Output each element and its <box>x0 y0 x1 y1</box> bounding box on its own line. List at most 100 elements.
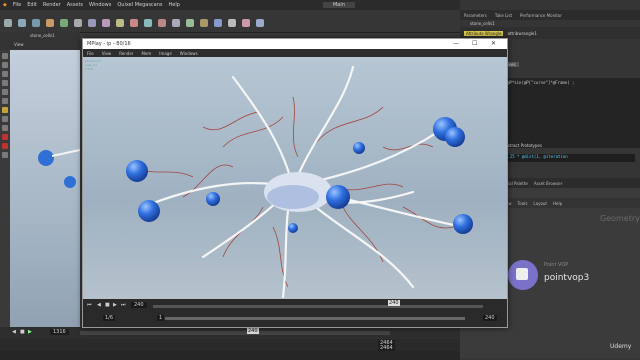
mplay-play-back-icon[interactable]: ◀ <box>97 302 101 308</box>
mplay-render-view[interactable]: pointcloud cells_01 f 240 <box>83 57 507 337</box>
curve-tool-icon[interactable] <box>116 19 124 27</box>
font-tool-icon[interactable] <box>172 19 180 27</box>
cell-sphere <box>206 192 220 206</box>
menu-render[interactable]: Render <box>43 2 61 8</box>
mplay-range-bar[interactable] <box>165 317 465 320</box>
mplay-back-icon[interactable]: ⏮ <box>87 302 92 308</box>
node-name-label: pointvop3 <box>544 273 590 283</box>
cell-sphere <box>288 223 298 233</box>
select-tool-icon[interactable] <box>2 53 8 59</box>
mplay-menu-render[interactable]: Render <box>119 51 133 56</box>
tab-take-list[interactable]: Take List <box>495 13 512 18</box>
shelf-icons <box>0 19 460 27</box>
overlay-info: pointcloud cells_01 f 240 <box>85 59 101 71</box>
mplay-timeline[interactable] <box>153 305 483 308</box>
mplay-range-start[interactable]: 1 <box>157 315 165 321</box>
mplay-end-icon[interactable]: ⏭ <box>121 302 126 308</box>
code-line-1: @P*sin(@P["curve"]*@Frame) ; <box>507 80 575 85</box>
magnet-tool-icon[interactable] <box>2 143 8 149</box>
mplay-menu-windows[interactable]: Windows <box>180 51 198 56</box>
mplay-frame-ratio[interactable]: 1/6 <box>103 315 116 321</box>
node-name-field[interactable]: attribwrangle1 <box>507 31 536 36</box>
minimize-icon[interactable]: — <box>453 40 459 47</box>
metaball-tool-icon[interactable] <box>214 19 222 27</box>
null-tool-icon[interactable] <box>74 19 82 27</box>
view-label[interactable]: View <box>14 42 24 47</box>
menu-windows[interactable]: Windows <box>89 2 111 8</box>
viewport-header: stone_cells1 View <box>0 32 80 50</box>
mplay-play-icon[interactable]: ▶ <box>113 302 117 308</box>
menu-assets[interactable]: Assets <box>67 2 83 8</box>
l-system-tool-icon[interactable] <box>200 19 208 27</box>
net-menu-layout[interactable]: Layout <box>533 201 547 206</box>
path-tool-icon[interactable] <box>144 19 152 27</box>
platonic-tool-icon[interactable] <box>186 19 194 27</box>
net-menu-help[interactable]: Help <box>553 201 562 206</box>
desktop-select[interactable]: Main <box>322 2 355 8</box>
vop-node-icon <box>516 268 528 280</box>
mplay-frame-field[interactable]: 240 <box>131 302 147 308</box>
houdini-logo-icon[interactable]: ◆ <box>3 2 7 8</box>
current-frame-field[interactable]: 1316 <box>50 329 69 335</box>
stop-icon[interactable]: ■ <box>20 329 25 335</box>
cell-sphere <box>445 127 465 147</box>
scale-tool-icon[interactable] <box>2 80 8 86</box>
sphere-tool-icon[interactable] <box>18 19 26 27</box>
mplay-menu-view[interactable]: View <box>102 51 112 56</box>
expression-field[interactable]: 1.25 * @dist(1, @iteration <box>505 154 635 162</box>
cell-sphere <box>38 150 54 166</box>
tab-parameters[interactable]: Parameters <box>464 13 487 18</box>
extract-label: Extract Prototypes <box>505 143 542 148</box>
extract-row: Extract Prototypes <box>505 143 542 148</box>
scene-viewport[interactable] <box>0 32 81 348</box>
cell-body-shade <box>267 185 319 209</box>
menu-file[interactable]: File <box>13 2 21 8</box>
circle-tool-icon[interactable] <box>102 19 110 27</box>
param-path-label[interactable]: stone_cells1 <box>470 21 495 26</box>
vex-code-editor[interactable]: @P*sin(@P["curve"]*@Frame) ; <box>505 78 640 148</box>
spiral-tool-icon[interactable] <box>242 19 250 27</box>
play-back-icon[interactable]: ◀ <box>12 329 16 335</box>
move-tool-icon[interactable] <box>2 62 8 68</box>
overlay-line-3: f 240 <box>85 67 93 71</box>
viewport-path[interactable]: stone_cells1 <box>30 33 55 38</box>
spray-paint-tool-icon[interactable] <box>158 19 166 27</box>
tube-tool-icon[interactable] <box>32 19 40 27</box>
mplay-range-end[interactable]: 240 <box>483 315 497 321</box>
menu-quixel[interactable]: Quixel Megascans <box>117 2 162 8</box>
mplay-stop-icon[interactable]: ■ <box>105 302 110 308</box>
camera-tool-icon[interactable] <box>2 152 8 158</box>
brush-tool-icon[interactable] <box>2 125 8 131</box>
rotate-tool-icon[interactable] <box>2 71 8 77</box>
mplay-frame-marker[interactable]: 240 <box>388 300 400 306</box>
view-tool-icon[interactable] <box>2 98 8 104</box>
branch <box>51 149 81 157</box>
net-menu-tools[interactable]: Tools <box>518 201 528 206</box>
paint-tool-icon[interactable] <box>2 116 8 122</box>
handle-tool-icon[interactable] <box>2 89 8 95</box>
snap-tool-icon[interactable] <box>2 134 8 140</box>
tab-performance[interactable]: Performance Monitor <box>520 13 562 18</box>
mplay-window[interactable]: MPlay - ip - 80/16 — ☐ ✕ File View Rende… <box>82 38 508 328</box>
line-tool-icon[interactable] <box>88 19 96 27</box>
left-toolbox <box>0 50 10 330</box>
pose-tool-icon[interactable] <box>2 107 8 113</box>
mplay-menu-image[interactable]: Image <box>159 51 172 56</box>
close-icon[interactable]: ✕ <box>491 40 496 47</box>
mplay-menu-mem[interactable]: Mem <box>141 51 151 56</box>
mplay-menu-file[interactable]: File <box>87 51 94 56</box>
node-sub-label: Point VOP <box>544 262 569 268</box>
menu-help[interactable]: Help <box>169 2 180 8</box>
file-tool-icon[interactable] <box>228 19 236 27</box>
helix-tool-icon[interactable] <box>256 19 264 27</box>
play-icon[interactable]: ▶ <box>28 329 32 335</box>
grid-tool-icon[interactable] <box>60 19 68 27</box>
param-path: stone_cells1 <box>470 21 495 26</box>
tab-asset-browser[interactable]: Asset Browser <box>534 181 562 186</box>
menu-edit[interactable]: Edit <box>27 2 37 8</box>
maximize-icon[interactable]: ☐ <box>472 40 477 47</box>
node-pointvop3[interactable] <box>508 260 538 290</box>
box-tool-icon[interactable] <box>4 19 12 27</box>
draw-curve-tool-icon[interactable] <box>130 19 138 27</box>
torus-tool-icon[interactable] <box>46 19 54 27</box>
